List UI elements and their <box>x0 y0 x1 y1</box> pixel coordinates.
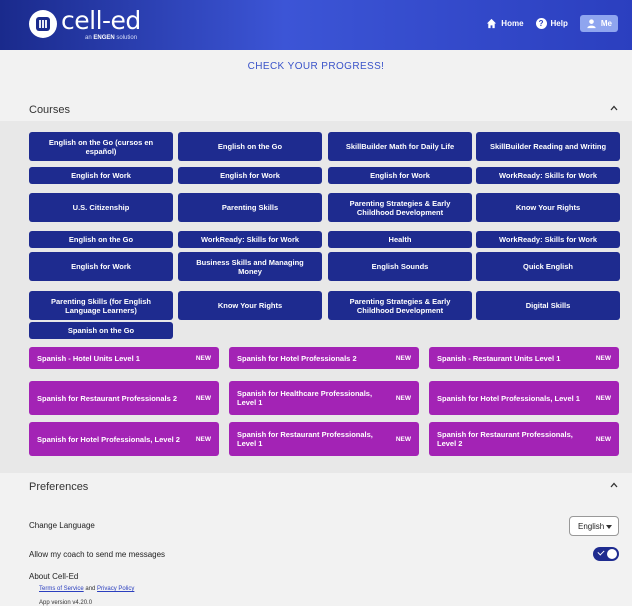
new-course-tile[interactable]: Spanish - Hotel Units Level 1 NEW <box>29 347 219 369</box>
new-badge: NEW <box>195 394 211 402</box>
change-language-label: Change Language <box>29 521 95 530</box>
new-course-name: Spanish for Healthcare Professionals, Le… <box>237 389 373 407</box>
course-tile[interactable]: English for Work <box>29 252 173 281</box>
course-tile[interactable]: Know Your Rights <box>476 193 620 222</box>
logo-phone-icon <box>29 10 57 38</box>
terms-of-service-link[interactable]: Terms of Service <box>39 586 84 592</box>
me-label: Me <box>600 19 612 28</box>
language-select[interactable]: English <box>569 516 619 536</box>
courses-panel: English on the Go (cursos en español) Eng… <box>0 121 632 473</box>
new-course-tile[interactable]: Spanish - Restaurant Units Level 1 NEW <box>429 347 619 369</box>
user-icon <box>587 19 596 29</box>
new-course-name: Spanish for Hotel Professionals, Level 1 <box>437 393 580 403</box>
app-version: App version v4.20.0 <box>39 600 93 606</box>
new-course-tile[interactable]: Spanish for Hotel Professionals, Level 1… <box>429 381 619 415</box>
new-course-tile[interactable]: Spanish for Hotel Professionals 2 NEW <box>229 347 419 369</box>
course-tile[interactable]: English on the Go <box>178 132 322 161</box>
courses-section-title: Courses <box>29 104 70 116</box>
course-tile[interactable]: Business Skills and Managing Money <box>178 252 322 281</box>
new-badge: NEW <box>195 435 211 443</box>
new-course-tile[interactable]: Spanish for Healthcare Professionals, Le… <box>229 381 419 415</box>
cell-ed-logo[interactable]: cell-ed an ENGEN solution <box>29 8 141 42</box>
course-tile[interactable]: Health <box>328 231 472 248</box>
new-badge: NEW <box>595 435 611 443</box>
new-course-tile[interactable]: Spanish for Restaurant Professionals, Le… <box>429 422 619 456</box>
course-tile[interactable]: English on the Go (cursos en español) <box>29 132 173 161</box>
page-title: CHECK YOUR PROGRESS! <box>247 61 385 72</box>
coach-messages-toggle[interactable] <box>593 547 619 561</box>
chevron-up-icon[interactable] <box>610 481 618 489</box>
new-badge: NEW <box>395 354 411 362</box>
course-tile[interactable]: Know Your Rights <box>178 291 322 320</box>
new-badge: NEW <box>195 354 211 362</box>
course-tile[interactable]: Parenting Skills <box>178 193 322 222</box>
top-nav: Home ? Help Me <box>486 15 618 32</box>
new-badge: NEW <box>595 394 611 402</box>
check-icon <box>597 548 605 556</box>
home-icon <box>487 18 497 29</box>
course-tile[interactable]: English on the Go <box>29 231 173 248</box>
and-text: and <box>85 586 96 592</box>
new-course-tile[interactable]: Spanish for Hotel Professionals, Level 2… <box>29 422 219 456</box>
logo-tagline: an ENGEN solution <box>85 35 138 41</box>
course-tile[interactable]: Spanish on the Go <box>29 322 173 339</box>
new-course-name: Spanish for Restaurant Professionals, Le… <box>437 430 573 448</box>
new-course-name: Spanish for Hotel Professionals 2 <box>237 353 357 363</box>
new-course-tile[interactable]: Spanish for Restaurant Professionals 2 NE… <box>29 381 219 415</box>
course-tile[interactable]: WorkReady: Skills for Work <box>178 231 322 248</box>
logo-name: cell-ed <box>61 6 141 35</box>
new-course-name: Spanish for Restaurant Professionals 2 <box>37 393 178 403</box>
help-icon: ? <box>535 18 547 29</box>
course-tile[interactable]: Parenting Strategies & Early Childhood D… <box>328 193 472 222</box>
course-tile[interactable]: Parenting Strategies & Early Childhood D… <box>328 291 472 320</box>
toggle-knob <box>607 549 617 559</box>
preferences-section-title: Preferences <box>29 481 89 493</box>
nav-help-link[interactable]: ? Help <box>535 18 568 29</box>
new-badge: NEW <box>595 354 611 362</box>
new-course-name: Spanish - Hotel Units Level 1 <box>37 353 140 363</box>
chevron-up-icon[interactable] <box>610 104 618 112</box>
course-tile[interactable]: WorkReady: Skills for Work <box>476 231 620 248</box>
nav-home-label: Home <box>501 19 524 28</box>
course-tile[interactable]: English Sounds <box>328 252 472 281</box>
new-course-name: Spanish for Hotel Professionals, Level 2 <box>37 434 180 444</box>
legal-links: Terms of Service and Privacy Policy <box>39 586 134 592</box>
caret-down-icon <box>606 525 612 529</box>
courses-section-header[interactable]: Courses <box>0 96 632 124</box>
course-tile[interactable]: Quick English <box>476 252 620 281</box>
new-badge: NEW <box>395 394 411 402</box>
new-course-tile[interactable]: Spanish for Restaurant Professionals, Le… <box>229 422 419 456</box>
course-tile[interactable]: WorkReady: Skills for Work <box>476 167 620 184</box>
new-course-name: Spanish - Restaurant Units Level 1 <box>437 353 561 363</box>
new-course-name: Spanish for Restaurant Professionals, Le… <box>237 430 373 448</box>
course-tile[interactable]: SkillBuilder Reading and Writing <box>476 132 620 161</box>
top-app-bar: cell-ed an ENGEN solution Home ? Help Me <box>0 0 632 50</box>
course-tile[interactable]: U.S. Citizenship <box>29 193 173 222</box>
course-tile[interactable]: English for Work <box>178 167 322 184</box>
nav-help-label: Help <box>550 19 568 28</box>
language-select-value: English <box>578 521 605 531</box>
course-tile[interactable]: SkillBuilder Math for Daily Life <box>328 132 472 161</box>
new-badge: NEW <box>395 435 411 443</box>
course-tile[interactable]: Parenting Skills (for English Language L… <box>29 291 173 320</box>
nav-home-link[interactable]: Home <box>486 18 524 29</box>
me-button[interactable]: Me <box>579 15 618 32</box>
privacy-policy-link[interactable]: Privacy Policy <box>97 586 134 592</box>
course-tile[interactable]: English for Work <box>328 167 472 184</box>
course-tile[interactable]: Digital Skills <box>476 291 620 320</box>
coach-messages-label: Allow my coach to send me messages <box>29 550 166 559</box>
about-label: About Cell-Ed <box>29 572 79 581</box>
course-tile[interactable]: English for Work <box>29 167 173 184</box>
